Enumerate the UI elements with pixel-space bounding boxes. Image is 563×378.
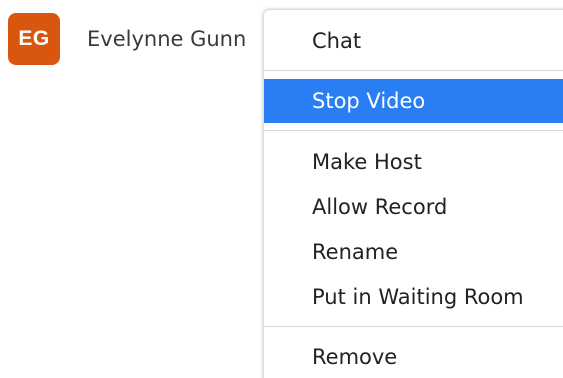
menu-divider — [264, 130, 563, 131]
menu-item-chat[interactable]: Chat — [264, 19, 563, 63]
participant-context-view: EG Evelynne Gunn Chat Stop Video Make Ho… — [0, 0, 563, 378]
participant-row[interactable]: EG Evelynne Gunn — [8, 13, 247, 65]
menu-item-label: Allow Record — [312, 195, 448, 219]
menu-item-make-host[interactable]: Make Host — [264, 140, 563, 184]
menu-divider — [264, 70, 563, 71]
participant-name: Evelynne Gunn — [87, 27, 247, 51]
avatar: EG — [8, 13, 60, 65]
menu-item-label: Rename — [312, 240, 399, 264]
avatar-initials: EG — [18, 27, 50, 50]
menu-item-put-in-waiting-room[interactable]: Put in Waiting Room — [264, 275, 563, 319]
menu-item-label: Chat — [312, 29, 362, 53]
menu-item-label: Make Host — [312, 150, 422, 174]
menu-divider — [264, 326, 563, 327]
menu-item-stop-video[interactable]: Stop Video — [264, 79, 563, 123]
menu-item-allow-record[interactable]: Allow Record — [264, 185, 563, 229]
menu-item-label: Stop Video — [312, 89, 426, 113]
menu-item-label: Remove — [312, 345, 398, 369]
participant-context-menu: Chat Stop Video Make Host Allow Record R… — [264, 10, 563, 378]
menu-item-label: Put in Waiting Room — [312, 285, 524, 309]
menu-item-rename[interactable]: Rename — [264, 230, 563, 274]
menu-item-remove[interactable]: Remove — [264, 335, 563, 378]
